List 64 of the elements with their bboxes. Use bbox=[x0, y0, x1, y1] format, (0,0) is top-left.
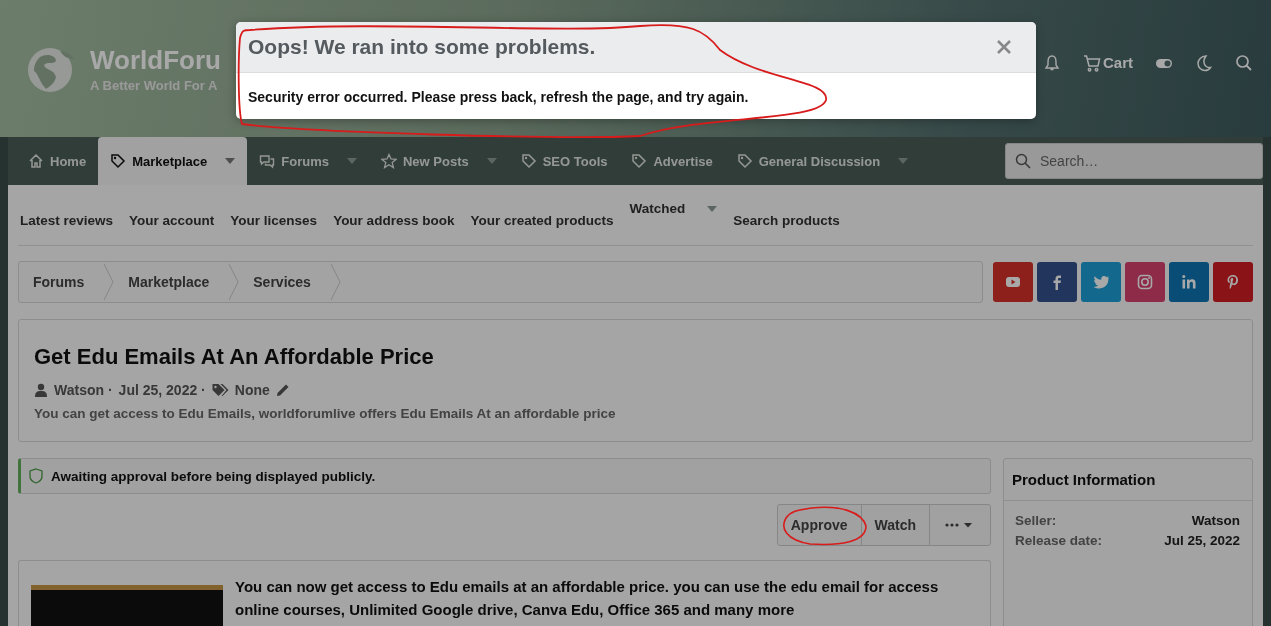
close-button[interactable] bbox=[996, 39, 1012, 55]
linkedin-button[interactable] bbox=[1169, 262, 1209, 302]
post-text: You can now get access to Edu emails at an affordable price. you can use the edu email for access online courses, Unlimited Google drive, Canva Edu, Office 365 and many more bbox=[235, 577, 940, 620]
info-label: Release date: bbox=[1015, 533, 1103, 548]
tag-icon bbox=[110, 153, 127, 169]
info-value: Jul 25, 2022 bbox=[1164, 533, 1240, 548]
info-value: Watson bbox=[1191, 513, 1240, 528]
tags-icon bbox=[211, 383, 229, 397]
shield-icon bbox=[29, 468, 43, 484]
post-date: Jul 25, 2022 · bbox=[118, 382, 206, 398]
nav-tab[interactable]: Forums bbox=[247, 137, 369, 185]
youtube-button[interactable] bbox=[993, 262, 1033, 302]
dialog-message: Security error occurred. Please press back, refresh the page, and try again. bbox=[247, 88, 750, 107]
linkedin-icon bbox=[1179, 272, 1199, 292]
product-title: Get Edu Emails At An Affordable Price bbox=[34, 344, 435, 370]
star-icon bbox=[380, 153, 397, 169]
tags-value: None bbox=[234, 382, 270, 398]
chat-icon bbox=[259, 153, 276, 169]
caret-icon bbox=[346, 158, 357, 164]
bell-icon[interactable] bbox=[1043, 53, 1061, 72]
nav-tab[interactable]: Home bbox=[16, 137, 99, 185]
caret-icon bbox=[225, 158, 236, 164]
user-icon bbox=[34, 383, 48, 397]
dialog-title: Oops! We ran into some problems. bbox=[248, 35, 596, 59]
tag-icon bbox=[520, 153, 537, 169]
author-link[interactable]: Watson · bbox=[54, 382, 113, 398]
nav-tab[interactable]: New Posts bbox=[368, 137, 509, 185]
nav-tab[interactable]: SEO Tools bbox=[508, 137, 620, 185]
breadcrumb-link[interactable]: Services bbox=[239, 262, 331, 302]
tag-icon bbox=[736, 153, 753, 169]
info-label: Seller: bbox=[1015, 513, 1057, 528]
caret-icon bbox=[707, 205, 718, 212]
facebook-button[interactable] bbox=[1037, 262, 1077, 302]
breadcrumb-link[interactable]: Forums bbox=[19, 262, 105, 302]
home-icon bbox=[28, 153, 44, 169]
nav-tab[interactable]: Advertise bbox=[619, 137, 725, 185]
subnav-link[interactable]: Watched bbox=[629, 201, 718, 216]
search-field[interactable]: Search… bbox=[1005, 143, 1263, 179]
cart-button[interactable]: Cart bbox=[1083, 53, 1133, 72]
instagram-button[interactable] bbox=[1125, 262, 1165, 302]
pencil-icon[interactable] bbox=[275, 383, 290, 397]
panel-title: Product Information bbox=[1004, 459, 1252, 501]
tag-icon bbox=[631, 153, 648, 169]
notice-text: Awaiting approval before being displayed publicly. bbox=[51, 468, 376, 484]
twitter-button[interactable] bbox=[1081, 262, 1121, 302]
product-description: You can get access to Edu Emails, worldforumlive offers Edu Emails At an affordable price bbox=[34, 406, 617, 421]
nav-tab[interactable]: General Discussion bbox=[724, 137, 921, 185]
subnav-link[interactable]: Search products bbox=[733, 213, 840, 228]
cart-icon bbox=[1083, 53, 1101, 72]
pinterest-button[interactable] bbox=[1213, 262, 1253, 302]
moon-icon[interactable] bbox=[1195, 53, 1213, 72]
subnav-link[interactable]: Your licenses bbox=[230, 213, 318, 228]
search-icon[interactable] bbox=[1235, 53, 1253, 72]
subnav-link[interactable]: Your account bbox=[129, 213, 215, 228]
action-button[interactable]: Approve bbox=[777, 505, 862, 545]
caret-icon bbox=[486, 158, 497, 164]
breadcrumb-link[interactable]: Marketplace bbox=[114, 262, 230, 302]
instagram-icon bbox=[1135, 272, 1155, 292]
nav-tab[interactable]: Marketplace bbox=[98, 137, 248, 185]
subnav-link[interactable]: Your created products bbox=[470, 213, 614, 228]
subnav-link[interactable]: Latest reviews bbox=[20, 213, 114, 228]
action-button[interactable]: Watch bbox=[861, 505, 930, 545]
subnav-link[interactable]: Your address book bbox=[333, 213, 455, 228]
caret-icon bbox=[898, 158, 909, 164]
